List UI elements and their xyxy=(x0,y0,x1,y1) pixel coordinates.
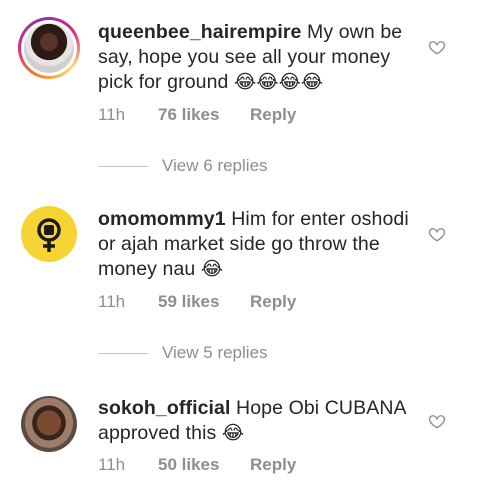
divider xyxy=(98,352,148,354)
heart-icon[interactable] xyxy=(428,412,446,430)
reply-button[interactable]: Reply xyxy=(250,292,296,312)
profile-photo-icon xyxy=(21,396,77,452)
view-replies-label: View 6 replies xyxy=(162,156,268,175)
comment-meta: 11h 50 likes Reply xyxy=(98,455,296,475)
comment-timestamp: 11h xyxy=(98,455,126,474)
comment-username[interactable]: omomommy1 xyxy=(98,208,226,230)
comment-likes[interactable]: 59 likes xyxy=(158,292,250,312)
view-replies-button[interactable]: View 5 replies xyxy=(98,343,268,363)
view-replies-label: View 5 replies xyxy=(162,343,268,362)
reply-button[interactable]: Reply xyxy=(250,455,296,475)
reply-button[interactable]: Reply xyxy=(250,105,296,125)
divider xyxy=(98,165,148,167)
comment-username[interactable]: sokoh_official xyxy=(98,397,231,419)
comment-meta: 11h 76 likes Reply xyxy=(98,105,296,125)
comment-text: sokoh_official Hope Obi CUBANA approved … xyxy=(98,396,410,446)
avatar[interactable] xyxy=(21,396,77,452)
avatar[interactable] xyxy=(21,206,77,262)
view-replies-button[interactable]: View 6 replies xyxy=(98,156,268,176)
profile-photo-icon xyxy=(24,23,74,73)
heart-icon[interactable] xyxy=(428,38,446,56)
comment-text: queenbee_hairempire My own be say, hope … xyxy=(98,20,410,95)
comment-timestamp: 11h xyxy=(98,105,126,124)
comment-meta: 11h 59 likes Reply xyxy=(98,292,296,312)
laughing-emoji-icon: 😂 xyxy=(200,258,224,280)
heart-icon[interactable] xyxy=(428,225,446,243)
laughing-emoji-icon: 😂 xyxy=(221,422,245,444)
female-fist-icon xyxy=(37,218,61,252)
comment-timestamp: 11h xyxy=(98,292,126,311)
laughing-emoji-icon: 😂😂😂😂 xyxy=(234,71,324,93)
comment-text: omomommy1 Him for enter oshodi or ajah m… xyxy=(98,207,410,282)
comment-username[interactable]: queenbee_hairempire xyxy=(98,21,301,43)
comment-likes[interactable]: 76 likes xyxy=(158,105,250,125)
avatar[interactable] xyxy=(18,17,80,79)
comment-likes[interactable]: 50 likes xyxy=(158,455,250,475)
